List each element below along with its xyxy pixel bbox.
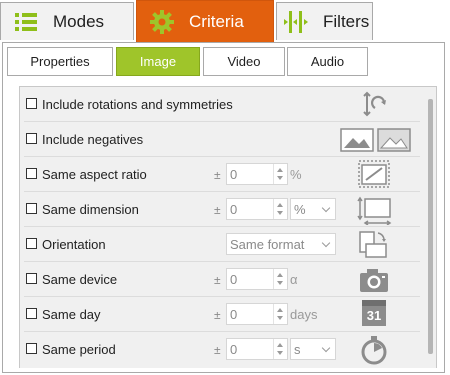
dimension-unit-value: % [294,202,306,217]
aspect-ratio-unit: % [290,167,302,182]
option-row-aspect-ratio: Same aspect ratio ± 0 % [20,157,420,192]
option-row-negatives: Include negatives [20,122,420,157]
tab-filters-label: Filters [323,11,370,31]
chevron-down-icon [321,203,331,213]
subtab-video[interactable]: Video [203,47,285,76]
main-tab-bar: Modes Criteria Filters [0,0,450,42]
filter-icon [283,9,309,35]
gear-icon [149,9,175,35]
option-row-day: Same day ± 0 days 31 [20,297,420,332]
device-label: Same device [42,272,118,287]
subtab-image[interactable]: Image [116,47,200,76]
timer-icon [360,335,388,368]
spinner-arrows[interactable] [273,269,287,289]
orientation-label: Orientation [42,237,106,252]
plus-minus-symbol: ± [214,203,221,217]
option-row-rotations: Include rotations and symmetries [20,87,420,122]
rotations-label: Include rotations and symmetries [42,97,233,112]
image-options-list: Include rotations and symmetries Include… [19,86,437,368]
period-tolerance-input[interactable]: 0 [226,338,288,360]
spinner-arrows[interactable] [273,339,287,359]
device-value: 0 [230,272,238,287]
subtab-image-label: Image [139,54,177,69]
subtab-audio[interactable]: Audio [287,47,368,76]
plus-minus-symbol: ± [214,308,221,322]
day-unit: days [290,307,318,322]
tab-criteria-label: Criteria [189,11,244,31]
spinner-arrows[interactable] [273,164,287,184]
negatives-checkbox[interactable] [26,133,37,144]
calendar-icon: 31 [362,300,386,328]
period-unit-select[interactable]: s [290,338,336,360]
option-row-dimension: Same dimension ± 0 % [20,192,420,227]
dimension-icon [356,195,392,228]
device-tolerance-input[interactable]: 0 [226,268,288,290]
device-checkbox[interactable] [26,273,37,284]
orientation-value: Same format [230,237,305,252]
subtab-audio-label: Audio [310,54,345,69]
subtab-video-label: Video [227,54,261,69]
subtab-properties-label: Properties [30,54,90,69]
rotation-icon [358,89,388,122]
period-unit-value: s [294,342,301,357]
spinner-arrows[interactable] [273,304,287,324]
chevron-down-icon [321,238,331,248]
option-row-orientation: Orientation Same format [20,227,420,262]
plus-minus-symbol: ± [214,273,221,287]
tab-modes-label: Modes [53,11,105,31]
plus-minus-symbol: ± [214,343,221,357]
spinner-arrows[interactable] [273,199,287,219]
negative-icon [340,127,412,156]
subtab-properties[interactable]: Properties [7,47,113,76]
option-row-device: Same device ± 0 α [20,262,420,297]
aspect-ratio-label: Same aspect ratio [42,167,147,182]
aspect-ratio-value: 0 [230,167,238,182]
dimension-value: 0 [230,202,238,217]
period-checkbox[interactable] [26,343,37,354]
plus-minus-symbol: ± [214,168,221,182]
device-unit: α [290,272,298,287]
calendar-day-number: 31 [362,306,386,326]
camera-icon [358,266,390,297]
day-checkbox[interactable] [26,308,37,319]
dimension-label: Same dimension [42,202,139,217]
option-row-period: Same period ± 0 s [20,332,420,367]
period-value: 0 [230,342,238,357]
aspect-ratio-checkbox[interactable] [26,168,37,179]
tab-modes[interactable]: Modes [0,2,134,40]
rotations-checkbox[interactable] [26,98,37,109]
list-icon [13,9,39,35]
tab-criteria[interactable]: Criteria [136,0,274,42]
orientation-select[interactable]: Same format [226,233,336,255]
dimension-tolerance-input[interactable]: 0 [226,198,288,220]
vertical-scrollbar[interactable] [428,99,433,354]
dimension-checkbox[interactable] [26,203,37,214]
dimension-unit-select[interactable]: % [290,198,336,220]
aspect-ratio-tolerance-input[interactable]: 0 [226,163,288,185]
negatives-label: Include negatives [42,132,144,147]
day-label: Same day [42,307,101,322]
period-label: Same period [42,342,116,357]
orientation-checkbox[interactable] [26,238,37,249]
aspect-ratio-icon [358,160,390,191]
orientation-icon [358,230,388,263]
chevron-down-icon [321,343,331,353]
day-tolerance-input[interactable]: 0 [226,303,288,325]
day-value: 0 [230,307,238,322]
tab-filters[interactable]: Filters [276,2,373,40]
